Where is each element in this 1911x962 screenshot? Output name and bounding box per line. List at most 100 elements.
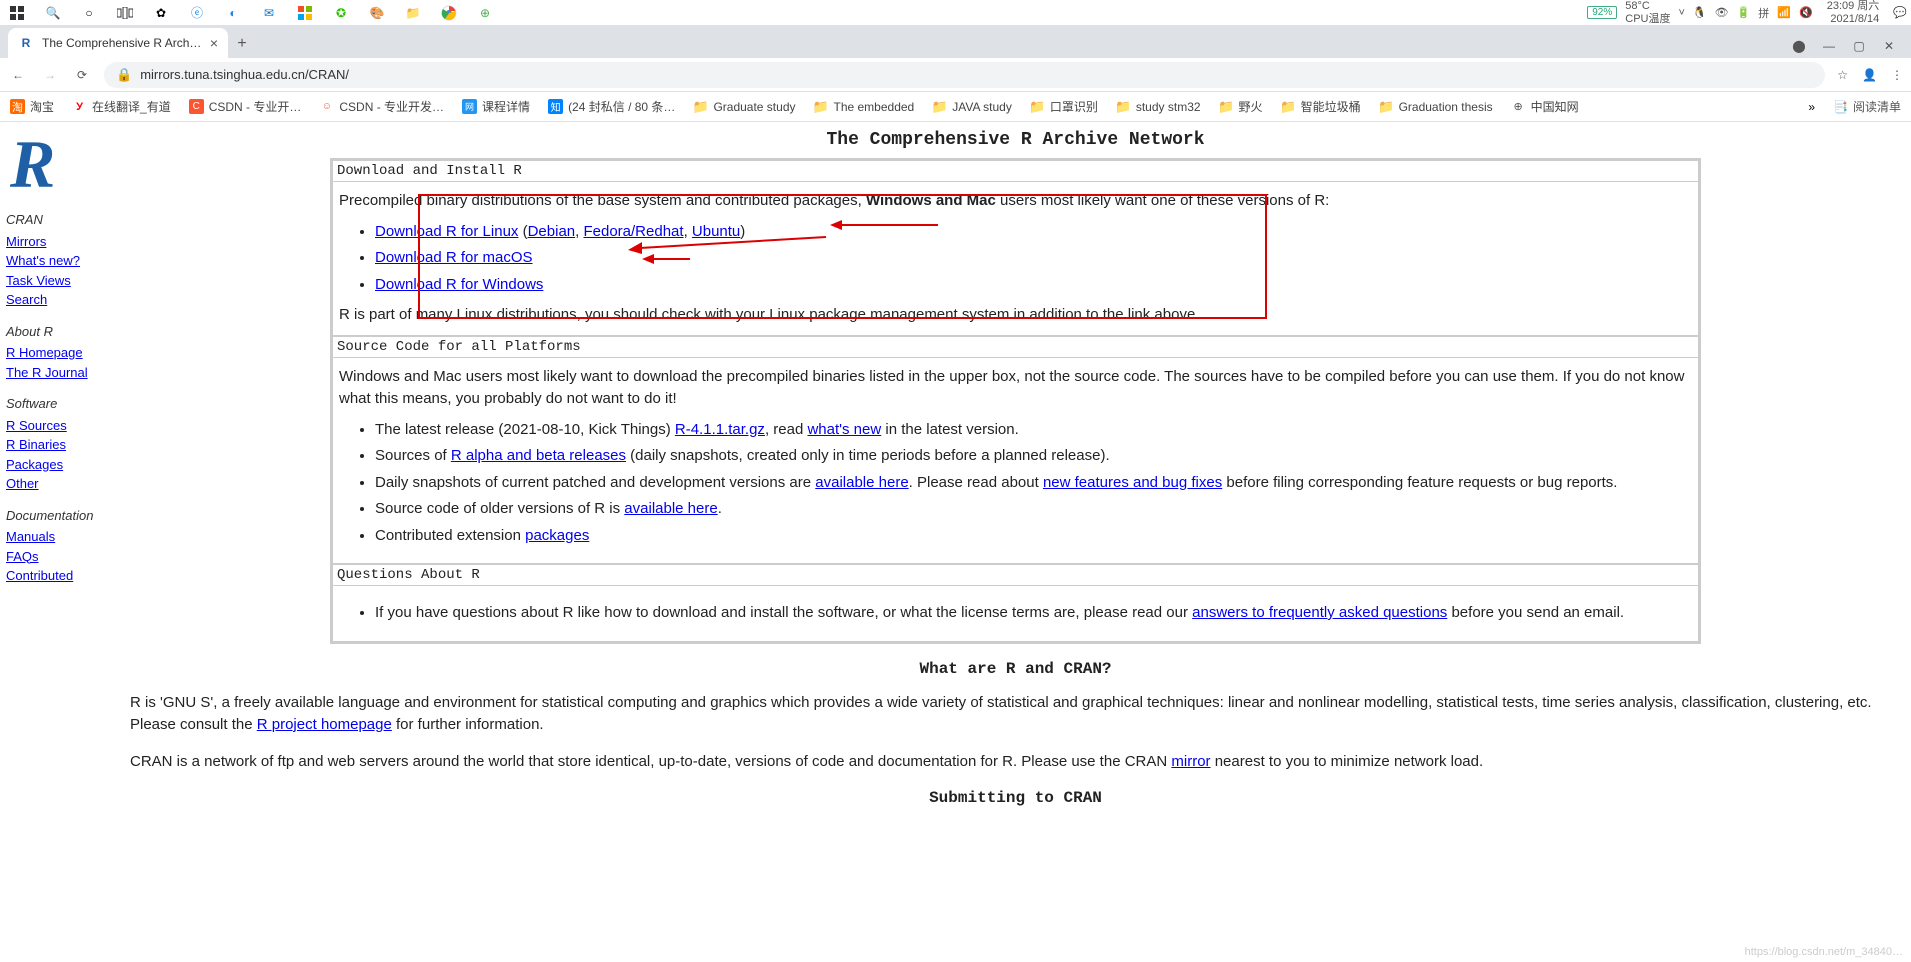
bookmark-csdn-2[interactable]: ☺CSDN - 专业开发… (319, 98, 444, 115)
explorer-icon[interactable]: 📁 (404, 4, 422, 22)
app-icon-1[interactable]: ✿ (152, 4, 170, 22)
sidebar-link-sources[interactable]: R Sources (6, 416, 114, 436)
star-icon[interactable]: ☆ (1837, 68, 1848, 82)
reading-list-button[interactable]: 📑阅读清单 (1833, 98, 1901, 115)
sidebar-heading: Documentation (6, 506, 114, 526)
window-minimize-icon[interactable]: — (1815, 34, 1843, 58)
box-header-source: Source Code for all Platforms (333, 337, 1698, 358)
os-taskbar: 🔍 ○ ✿ ⓔ ◐ ✉ ✪ 🎨 📁 ⊕ 92% 58°C CPU温度 ˅ 🐧 👁… (0, 0, 1911, 26)
cpu-temp: 58°C (1625, 0, 1670, 12)
bookmark-csdn[interactable]: CCSDN - 专业开… (189, 98, 302, 115)
search-icon[interactable]: 🔍 (44, 4, 62, 22)
bookmark-graduate-study[interactable]: 📁Graduate study (693, 99, 795, 114)
mail-icon[interactable]: ✉ (260, 4, 278, 22)
link-older-versions[interactable]: available here (624, 500, 717, 517)
link-cran-mirror[interactable]: mirror (1171, 753, 1210, 770)
new-tab-button[interactable]: + (228, 30, 256, 58)
sidebar-link-mirrors[interactable]: Mirrors (6, 232, 114, 252)
notification-icon[interactable]: 💬 (1893, 6, 1907, 19)
window-close-icon[interactable]: ✕ (1875, 34, 1903, 58)
chrome-account-icon[interactable]: ⬤ (1785, 34, 1813, 58)
sidebar-link-taskviews[interactable]: Task Views (6, 271, 114, 291)
folder-icon: 📁 (814, 99, 829, 114)
window-maximize-icon[interactable]: ▢ (1845, 34, 1873, 58)
tab-close-icon[interactable]: × (210, 35, 218, 51)
battery-badge: 92% (1587, 6, 1617, 19)
link-debian[interactable]: Debian (528, 223, 576, 240)
bookmark-more[interactable]: » (1808, 100, 1815, 114)
link-whats-new[interactable]: what's new (807, 421, 881, 438)
sidebar-link-whatsnew[interactable]: What's new? (6, 251, 114, 271)
snapshots-row: Daily snapshots of current patched and d… (375, 472, 1692, 495)
profile-icon[interactable]: 👤 (1862, 68, 1877, 82)
tray-icon-battery[interactable]: 🔋 (1737, 6, 1751, 19)
kebab-menu-icon[interactable]: ⋮ (1891, 68, 1903, 82)
sidebar-link-manuals[interactable]: Manuals (6, 527, 114, 547)
link-snapshots[interactable]: available here (815, 474, 908, 491)
alpha-beta-row: Sources of R alpha and beta releases (da… (375, 445, 1692, 468)
sidebar-link-search[interactable]: Search (6, 290, 114, 310)
folder-icon: 📁 (1030, 99, 1045, 114)
bookmark-cnki[interactable]: ⊕中国知网 (1511, 98, 1579, 115)
contributed-pkg-row: Contributed extension packages (375, 525, 1692, 548)
link-latest-tar[interactable]: R-4.1.1.tar.gz (675, 421, 765, 438)
link-packages[interactable]: packages (525, 527, 589, 544)
cortana-icon[interactable]: ○ (80, 4, 98, 22)
sidebar-link-homepage[interactable]: R Homepage (6, 343, 114, 363)
bookmark-thesis[interactable]: 📁Graduation thesis (1379, 99, 1493, 114)
bookmark-trash[interactable]: 📁智能垃圾桶 (1281, 98, 1361, 115)
ms-icon[interactable] (296, 4, 314, 22)
bookmark-mooc[interactable]: 网课程详情 (462, 98, 530, 115)
link-download-windows[interactable]: Download R for Windows (375, 276, 543, 293)
link-r-project[interactable]: R project homepage (257, 716, 392, 733)
sidebar-link-faqs[interactable]: FAQs (6, 547, 114, 567)
sidebar-heading: Software (6, 394, 114, 414)
ie-icon[interactable]: ⓔ (188, 4, 206, 22)
folder-icon: 📁 (693, 99, 708, 114)
volume-icon[interactable]: 🔇 (1799, 6, 1813, 19)
start-icon[interactable] (8, 4, 26, 22)
tray-icon-eye[interactable]: 👁 (1715, 6, 1729, 19)
link-alpha-beta[interactable]: R alpha and beta releases (451, 447, 626, 464)
link-download-linux[interactable]: Download R for Linux (375, 223, 518, 240)
tray-icon-ime[interactable]: 拼 (1758, 5, 1769, 21)
sidebar-link-packages[interactable]: Packages (6, 455, 114, 475)
address-bar[interactable]: 🔒 mirrors.tuna.tsinghua.edu.cn/CRAN/ (104, 62, 1825, 88)
sidebar-link-journal[interactable]: The R Journal (6, 363, 114, 383)
mooc-icon: 网 (462, 99, 477, 114)
edge-icon[interactable]: ◐ (224, 4, 242, 22)
bookmark-taobao[interactable]: 淘淘宝 (10, 98, 54, 115)
reload-button[interactable]: ⟳ (72, 65, 92, 85)
download-linux-row: Download R for Linux (Debian, Fedora/Red… (375, 221, 1692, 244)
forward-button[interactable]: → (40, 65, 60, 85)
app-icon-2[interactable]: 🎨 (368, 4, 386, 22)
bookmark-yehuo[interactable]: 📁野火 (1219, 98, 1263, 115)
bookmark-java[interactable]: 📁JAVA study (932, 99, 1012, 114)
link-faq[interactable]: answers to frequently asked questions (1192, 604, 1447, 621)
sidebar-link-contributed[interactable]: Contributed (6, 566, 114, 586)
sidebar-link-other[interactable]: Other (6, 474, 114, 494)
bookmark-mask[interactable]: 📁口罩识别 (1030, 98, 1098, 115)
link-features-bugs[interactable]: new features and bug fixes (1043, 474, 1222, 491)
link-ubuntu[interactable]: Ubuntu (692, 223, 740, 240)
chevron-down-icon[interactable]: ˅ (1678, 7, 1684, 19)
r-logo: R (6, 130, 114, 198)
bookmark-zhihu[interactable]: 知(24 封私信 / 80 条… (548, 98, 675, 115)
clock[interactable]: 23:09 周六 2021/8/14 (1821, 0, 1886, 24)
browser-tab-active[interactable]: R The Comprehensive R Archive… × (8, 28, 228, 58)
task-view-icon[interactable] (116, 4, 134, 22)
bookmark-embedded[interactable]: 📁The embedded (814, 99, 915, 114)
folder-icon: 📁 (1219, 99, 1234, 114)
qq-tray-icon[interactable]: 🐧 (1693, 6, 1707, 19)
sidebar-link-binaries[interactable]: R Binaries (6, 435, 114, 455)
app-icon-3[interactable]: ⊕ (476, 4, 494, 22)
link-download-macos[interactable]: Download R for macOS (375, 249, 533, 266)
link-fedora[interactable]: Fedora/Redhat (583, 223, 683, 240)
chrome-icon[interactable] (440, 4, 458, 22)
wechat-icon[interactable]: ✪ (332, 4, 350, 22)
folder-icon: 📁 (1116, 99, 1131, 114)
bookmark-youdao[interactable]: У在线翻译_有道 (72, 98, 171, 115)
bookmark-stm32[interactable]: 📁study stm32 (1116, 99, 1201, 114)
back-button[interactable]: ← (8, 65, 28, 85)
wifi-icon[interactable]: 📶 (1777, 6, 1791, 19)
